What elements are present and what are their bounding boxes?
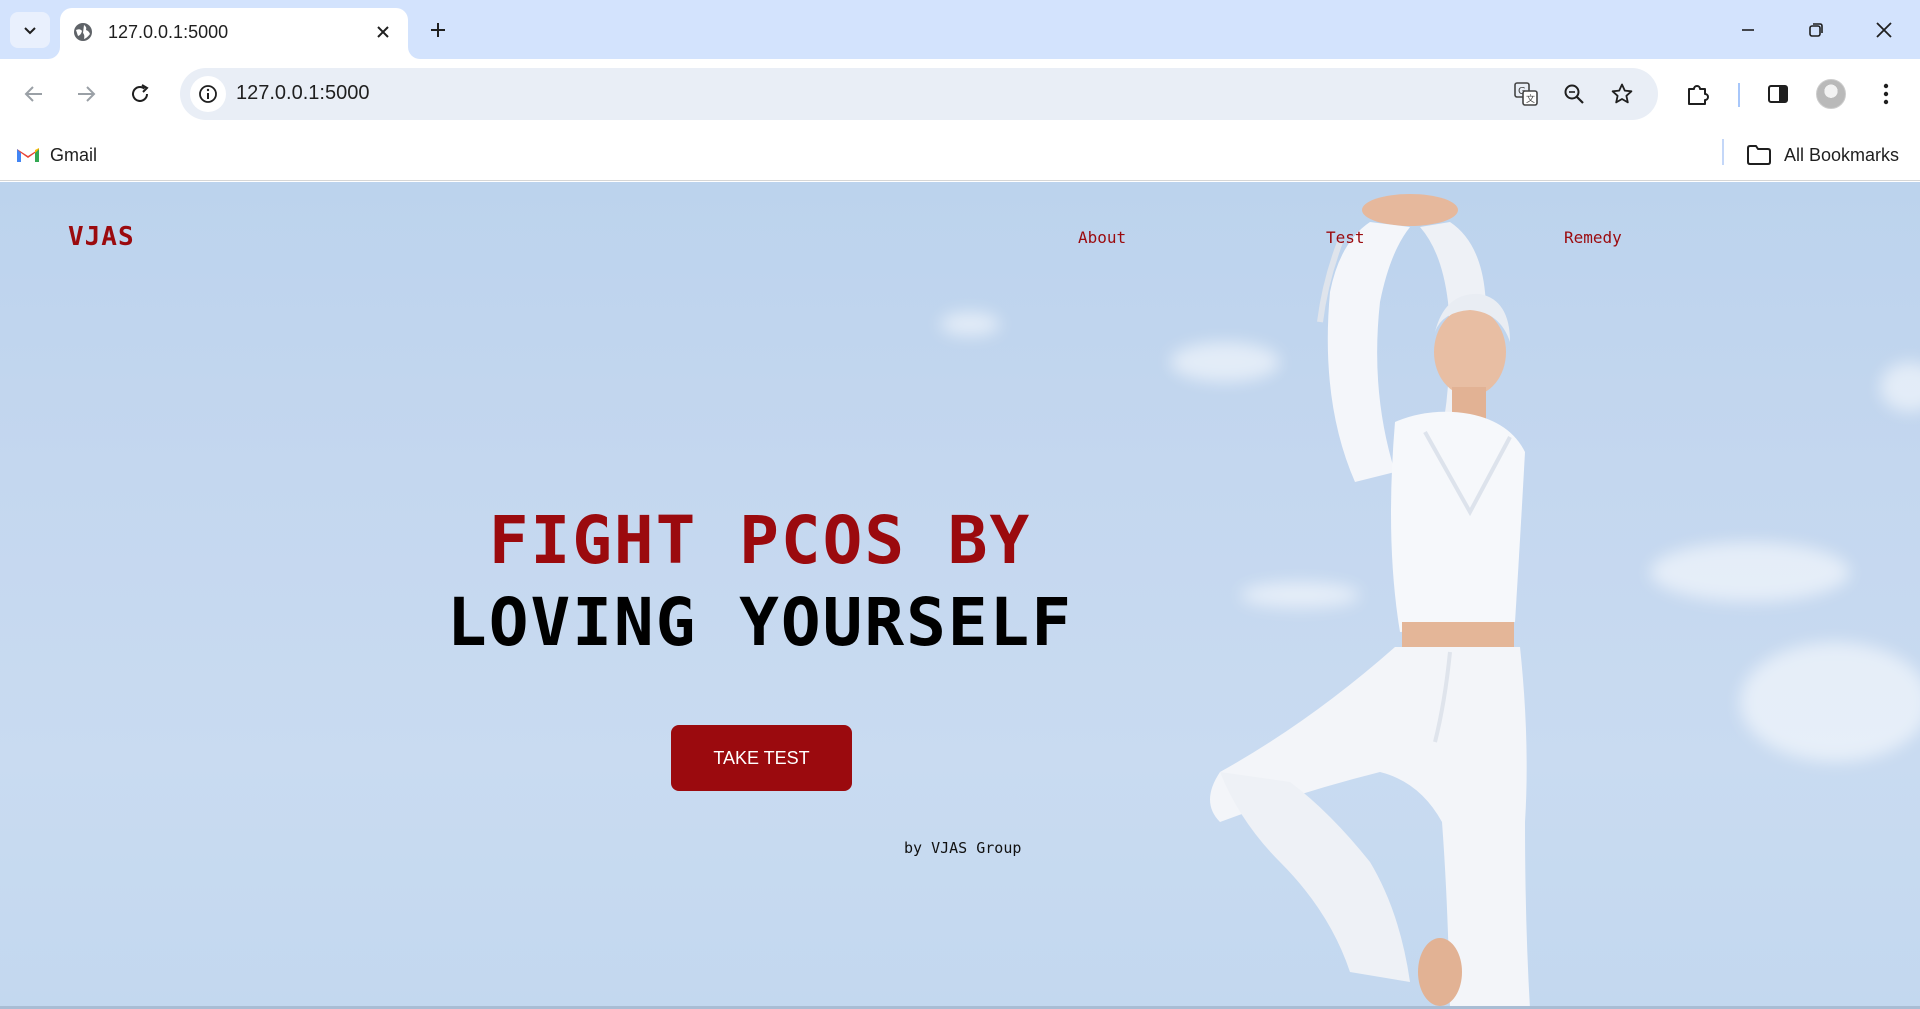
arrow-left-icon bbox=[24, 86, 42, 102]
new-tab-button[interactable] bbox=[420, 12, 456, 48]
bookmark-star-button[interactable] bbox=[1606, 78, 1638, 110]
all-bookmarks-button[interactable]: All Bookmarks bbox=[1746, 139, 1899, 171]
tab-strip: 127.0.0.1:5000 bbox=[0, 0, 1920, 59]
bookmark-gmail[interactable]: Gmail bbox=[16, 139, 97, 171]
translate-button[interactable]: G文 bbox=[1510, 78, 1542, 110]
close-icon bbox=[377, 26, 389, 38]
globe-icon bbox=[74, 23, 92, 41]
zoom-icon bbox=[1564, 84, 1584, 104]
plus-icon bbox=[431, 23, 445, 37]
hero-heading-line1: FIGHT PCOS BY bbox=[488, 502, 1032, 579]
gmail-icon bbox=[17, 148, 39, 162]
take-test-button[interactable]: TAKE TEST bbox=[671, 725, 852, 791]
close-icon bbox=[1876, 21, 1892, 38]
restore-button[interactable] bbox=[1782, 0, 1850, 59]
bookmarks-separator bbox=[1722, 139, 1724, 165]
restore-icon bbox=[1809, 22, 1823, 37]
toolbar-separator bbox=[1738, 83, 1740, 107]
arrow-right-icon bbox=[78, 86, 96, 102]
side-panel-button[interactable] bbox=[1758, 74, 1798, 114]
nav-test-link[interactable]: Test bbox=[1326, 228, 1365, 247]
tab-close-button[interactable] bbox=[370, 19, 396, 45]
cloud-decoration bbox=[1740, 642, 1920, 762]
extensions-button[interactable] bbox=[1678, 74, 1718, 114]
tab-search-button[interactable] bbox=[10, 12, 50, 48]
folder-icon bbox=[1747, 145, 1771, 165]
close-window-button[interactable] bbox=[1850, 0, 1918, 59]
cloud-decoration bbox=[1650, 542, 1850, 602]
nav-remedy-link[interactable]: Remedy bbox=[1564, 228, 1622, 247]
nav-about-link[interactable]: About bbox=[1078, 228, 1126, 247]
site-info-button[interactable] bbox=[190, 76, 226, 112]
cloud-decoration bbox=[940, 312, 1000, 336]
reload-icon bbox=[132, 84, 149, 102]
star-icon bbox=[1611, 83, 1633, 104]
puzzle-icon bbox=[1688, 85, 1709, 105]
browser-menu-button[interactable] bbox=[1866, 74, 1906, 114]
tab-title: 127.0.0.1:5000 bbox=[108, 22, 229, 42]
zoom-button[interactable] bbox=[1558, 78, 1590, 110]
brand-logo[interactable]: VJAS bbox=[68, 222, 135, 252]
side-panel-icon bbox=[1768, 85, 1788, 103]
chevron-down-icon bbox=[24, 27, 36, 35]
bookmarks-bar: Gmail All Bookmarks bbox=[0, 129, 1920, 181]
translate-icon: G文 bbox=[1514, 82, 1538, 106]
info-icon bbox=[199, 85, 217, 103]
byline-text: by VJAS Group bbox=[904, 839, 1022, 857]
cloud-decoration bbox=[1880, 362, 1920, 412]
minimize-icon bbox=[1742, 28, 1754, 31]
profile-avatar[interactable] bbox=[1816, 79, 1846, 109]
more-vertical-icon bbox=[1883, 83, 1889, 105]
back-button[interactable] bbox=[12, 72, 56, 116]
bookmark-label: Gmail bbox=[50, 144, 98, 165]
page-viewport: VJAS About Test Remedy FIGHT PCOS BY LOV… bbox=[0, 182, 1920, 1009]
forward-button[interactable] bbox=[64, 72, 108, 116]
hero-heading-line2: LOVING YOURSELF bbox=[446, 584, 1074, 661]
address-bar[interactable]: 127.0.0.1:5000 G文 bbox=[180, 68, 1658, 120]
svg-text:文: 文 bbox=[1526, 93, 1535, 105]
browser-tab[interactable]: 127.0.0.1:5000 bbox=[60, 8, 408, 59]
browser-toolbar: 127.0.0.1:5000 G文 bbox=[0, 59, 1920, 129]
url-text: 127.0.0.1:5000 bbox=[236, 82, 370, 104]
all-bookmarks-label: All Bookmarks bbox=[1784, 144, 1900, 165]
reload-button[interactable] bbox=[118, 72, 162, 116]
minimize-button[interactable] bbox=[1714, 0, 1782, 59]
